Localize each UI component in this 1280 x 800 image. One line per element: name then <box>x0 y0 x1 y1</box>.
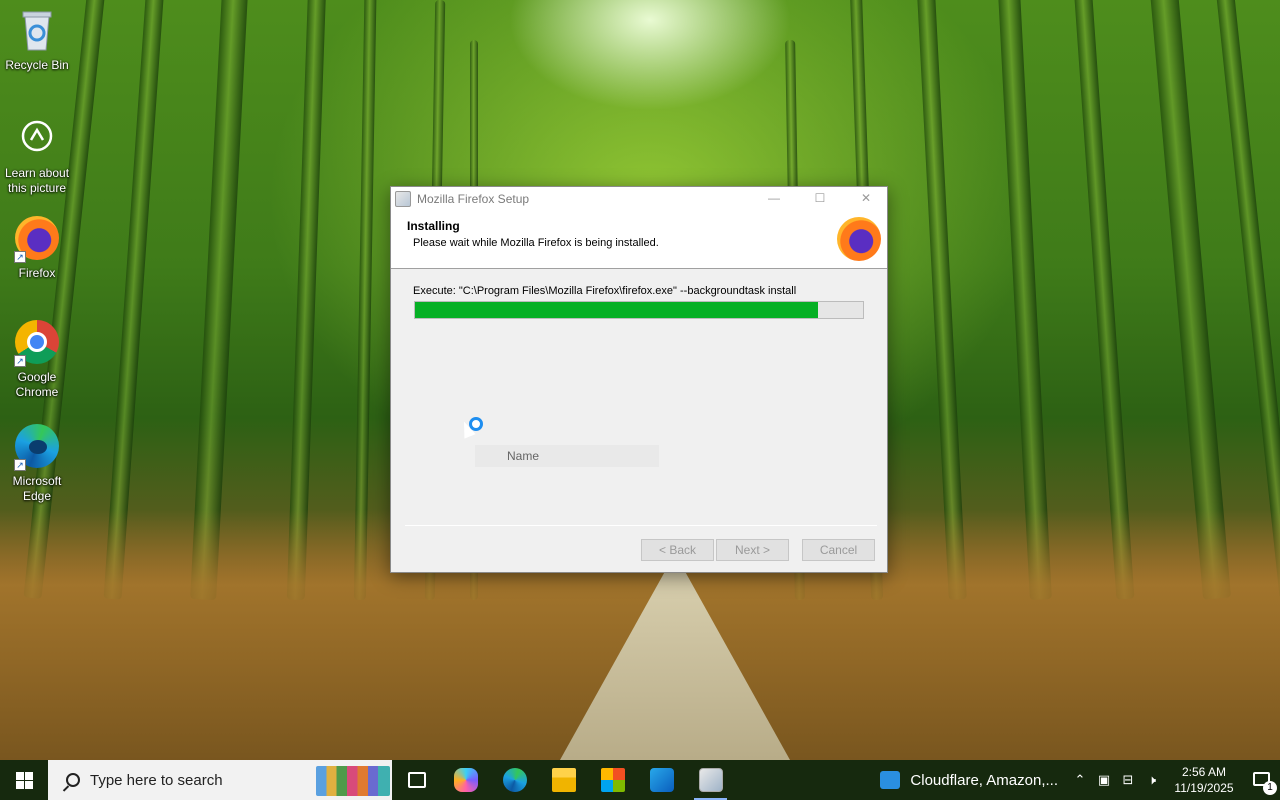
dialog-titlebar[interactable]: Mozilla Firefox Setup — ☐ ✕ <box>391 187 887 211</box>
search-icon <box>66 773 80 787</box>
clock-date: 11/19/2025 <box>1174 781 1234 795</box>
search-placeholder: Type here to search <box>90 771 223 789</box>
dialog-header: Installing Please wait while Mozilla Fir… <box>391 211 887 269</box>
install-progress-bar <box>414 301 864 319</box>
device-icon[interactable]: ▣ <box>1092 772 1116 788</box>
taskbar-search-box[interactable]: Type here to search <box>48 760 392 800</box>
taskbar: Type here to search Cloudflare, Amazon,.… <box>0 760 1280 800</box>
search-highlight-image <box>316 766 390 796</box>
taskbar-outlook[interactable] <box>637 760 686 800</box>
news-widget[interactable]: Cloudflare, Amazon,... <box>870 760 1068 800</box>
show-hidden-icons-chevron-icon[interactable]: ⌃ <box>1068 772 1092 788</box>
taskbar-clock[interactable]: 2:56 AM 11/19/2025 <box>1164 764 1244 796</box>
details-list-name-column[interactable]: Name <box>475 445 659 467</box>
start-button[interactable] <box>0 760 48 800</box>
desktop-icon-microsoft-edge[interactable]: ↗ Microsoft Edge <box>0 422 74 504</box>
cancel-button[interactable]: Cancel <box>802 539 875 561</box>
setup-icon <box>698 768 723 792</box>
dialog-body: Execute: "C:\Program Files\Mozilla Firef… <box>391 269 887 525</box>
camera-info-icon <box>13 114 61 162</box>
desktop-icon-label: Learn about this picture <box>4 166 70 195</box>
windows-logo-icon <box>16 772 24 780</box>
copilot-icon <box>453 768 478 792</box>
chrome-icon: ↗ <box>13 318 61 367</box>
edge-icon <box>502 768 527 792</box>
firefox-icon: ↗ <box>13 214 61 263</box>
maximize-button[interactable]: ☐ <box>797 187 843 211</box>
recycle-bin-icon <box>13 6 61 54</box>
outlook-icon <box>649 768 674 792</box>
shortcut-arrow-icon: ↗ <box>14 251 26 263</box>
file-explorer-icon <box>551 768 576 792</box>
minimize-button[interactable]: — <box>751 187 797 211</box>
desktop-icon-learn-about-picture[interactable]: Learn about this picture <box>0 114 74 196</box>
shortcut-arrow-icon: ↗ <box>14 355 26 367</box>
setup-app-icon <box>395 191 411 207</box>
taskbar-firefox-setup[interactable] <box>686 760 735 800</box>
footer-separator <box>405 525 877 526</box>
task-view-icon <box>407 772 426 788</box>
taskbar-copilot[interactable] <box>441 760 490 800</box>
desktop-icon-label: Recycle Bin <box>5 58 69 72</box>
progress-fill <box>415 302 819 318</box>
header-subtitle: Please wait while Mozilla Firefox is bei… <box>413 237 659 249</box>
desktop-icon-label: Firefox <box>18 266 56 280</box>
desktop-icon-label: Google Chrome <box>15 370 59 399</box>
shortcut-arrow-icon: ↗ <box>14 459 26 471</box>
notification-center-button[interactable]: 1 <box>1244 760 1280 800</box>
system-tray: ⌃ ▣ ⊟ 🕨 <box>1068 760 1164 800</box>
firefox-setup-dialog: Mozilla Firefox Setup — ☐ ✕ Installing P… <box>390 186 888 573</box>
store-icon <box>600 768 625 792</box>
desktop-icon-label: Microsoft Edge <box>12 474 62 503</box>
taskbar-file-explorer[interactable] <box>539 760 588 800</box>
execute-status-text: Execute: "C:\Program Files\Mozilla Firef… <box>413 285 797 297</box>
desktop-icon-google-chrome[interactable]: ↗ Google Chrome <box>0 318 74 400</box>
firefox-logo-icon <box>837 217 881 261</box>
edge-icon: ↗ <box>13 422 61 471</box>
close-button[interactable]: ✕ <box>843 187 889 211</box>
dialog-title: Mozilla Firefox Setup <box>417 192 530 206</box>
volume-muted-icon[interactable]: 🕨 <box>1140 772 1164 788</box>
notification-count: 1 <box>1263 781 1277 795</box>
taskbar-store[interactable] <box>588 760 637 800</box>
desktop-icon-firefox[interactable]: ↗ Firefox <box>0 214 74 281</box>
network-icon[interactable]: ⊟ <box>1116 772 1140 788</box>
header-title: Installing <box>407 219 460 233</box>
desktop-icon-recycle-bin[interactable]: Recycle Bin <box>0 6 74 73</box>
back-button[interactable]: < Back <box>641 539 714 561</box>
taskbar-edge[interactable] <box>490 760 539 800</box>
news-headline: Cloudflare, Amazon,... <box>910 771 1058 789</box>
clock-time: 2:56 AM <box>1181 765 1227 779</box>
news-icon <box>880 771 901 789</box>
next-button[interactable]: Next > <box>716 539 789 561</box>
busy-spinner-icon <box>469 417 483 431</box>
task-view-button[interactable] <box>392 760 441 800</box>
